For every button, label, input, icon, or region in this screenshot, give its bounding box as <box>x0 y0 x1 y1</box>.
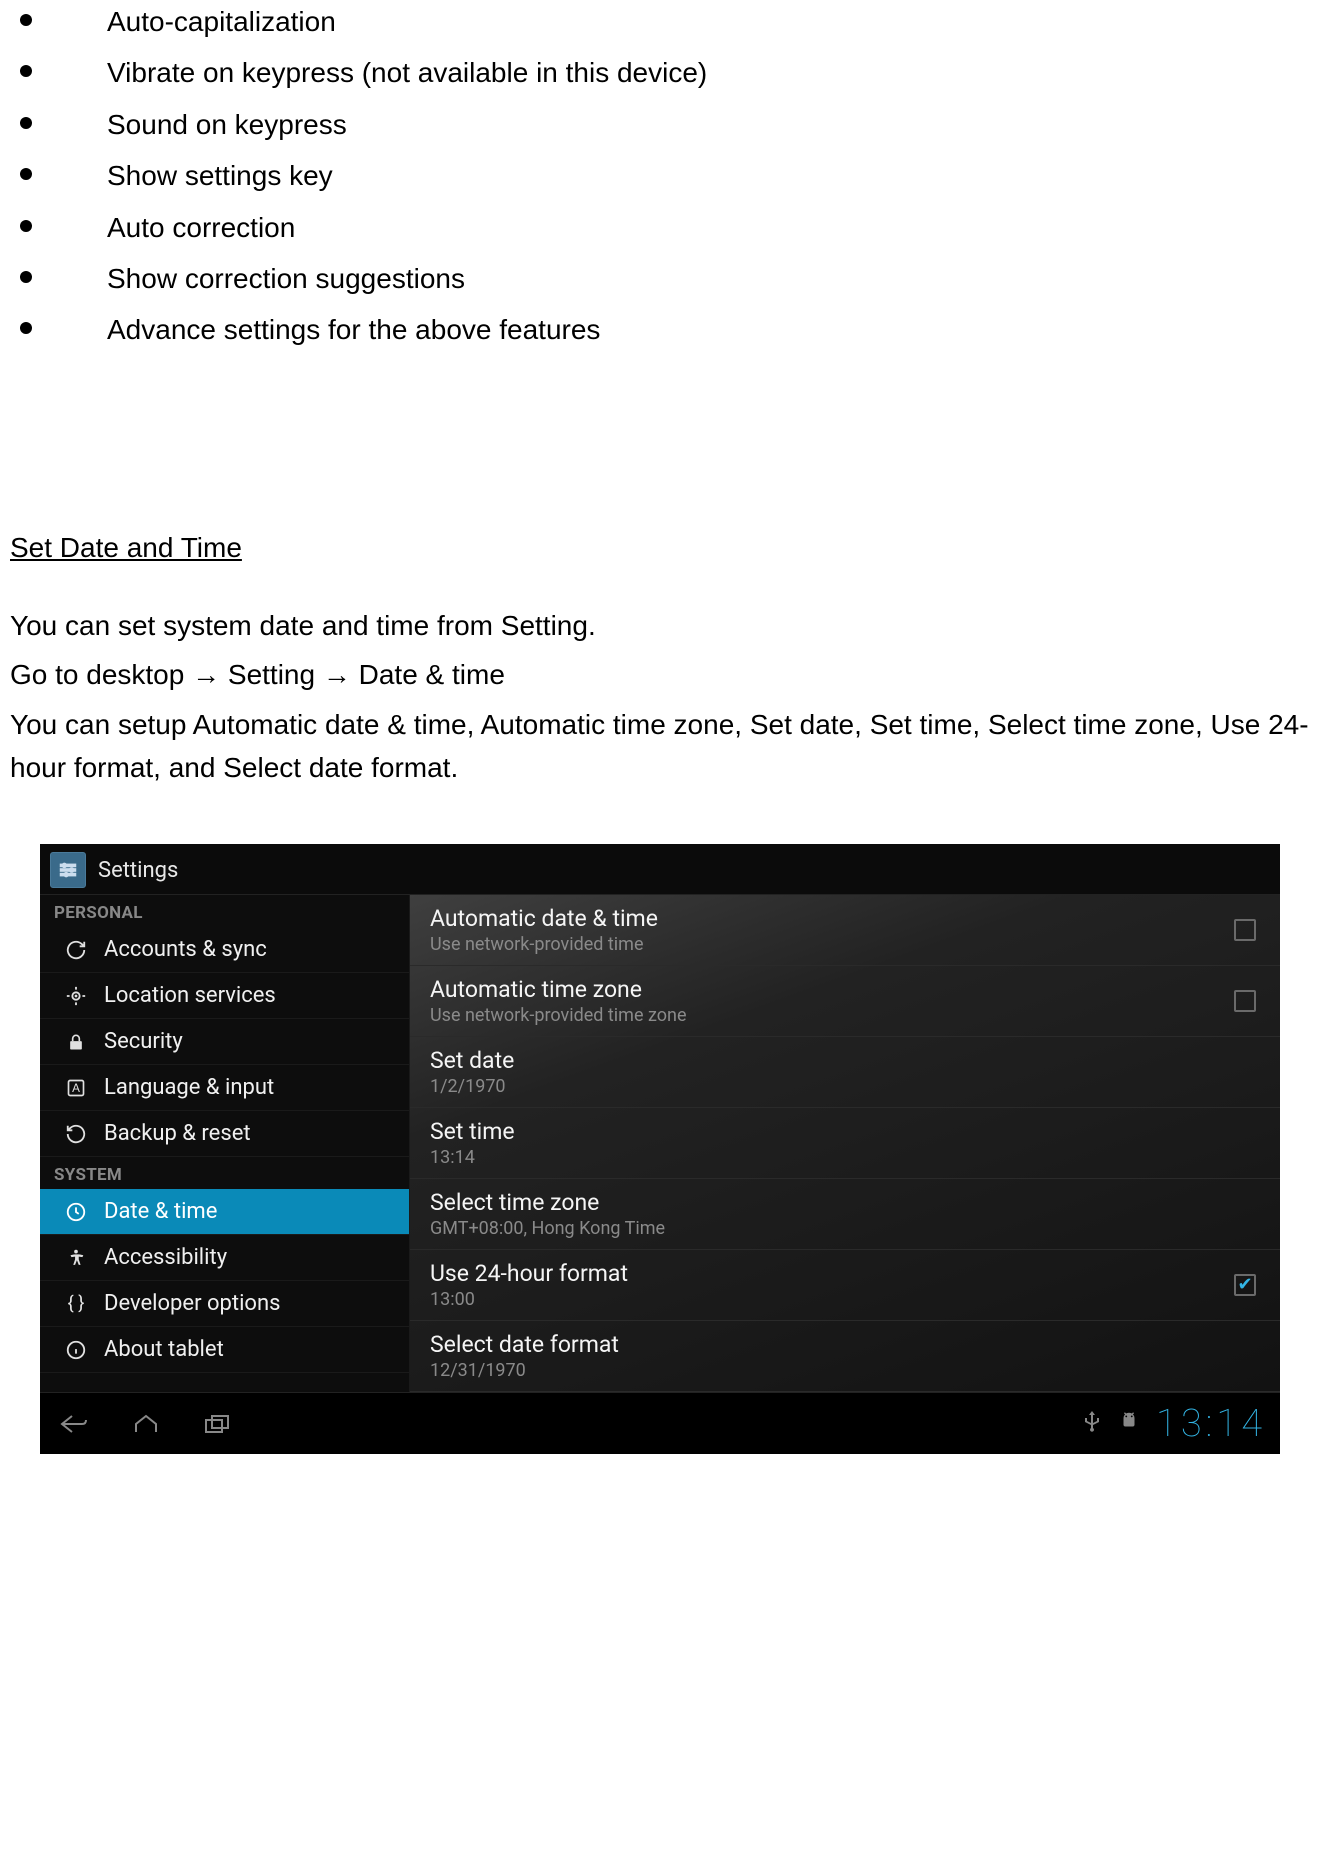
sidebar-section-personal: PERSONAL <box>40 895 409 927</box>
paragraph: You can setup Automatic date & time, Aut… <box>10 703 1320 790</box>
list-item: Auto correction <box>10 206 1320 249</box>
usb-icon[interactable] <box>1082 1409 1102 1438</box>
sidebar-item-backup-reset[interactable]: Backup & reset <box>40 1111 409 1157</box>
bullet-text: Vibrate on keypress (not available in th… <box>107 51 707 94</box>
bullet-text: Advance settings for the above features <box>107 308 600 351</box>
sidebar-item-developer-options[interactable]: { } Developer options <box>40 1281 409 1327</box>
setting-select-time-zone[interactable]: Select time zone GMT+08:00, Hong Kong Ti… <box>410 1179 1280 1250</box>
setting-set-time[interactable]: Set time 13:14 <box>410 1108 1280 1179</box>
sidebar-item-label: Developer options <box>104 1291 280 1316</box>
bullet-icon <box>20 14 32 26</box>
home-button[interactable] <box>126 1404 166 1444</box>
bullet-icon <box>20 220 32 232</box>
setting-title: Select time zone <box>430 1189 665 1216</box>
accessibility-icon <box>62 1247 90 1269</box>
list-item: Auto-capitalization <box>10 0 1320 43</box>
window-header: Settings <box>40 844 1280 895</box>
setting-subtitle: Use network-provided time zone <box>430 1005 687 1026</box>
setting-title: Use 24-hour format <box>430 1260 628 1287</box>
sidebar-item-accounts-sync[interactable]: Accounts & sync <box>40 927 409 973</box>
setting-title: Set date <box>430 1047 514 1074</box>
sidebar-item-location-services[interactable]: Location services <box>40 973 409 1019</box>
list-item: Advance settings for the above features <box>10 308 1320 351</box>
lock-icon <box>62 1032 90 1052</box>
location-icon <box>62 985 90 1007</box>
sidebar-item-accessibility[interactable]: Accessibility <box>40 1235 409 1281</box>
sidebar-item-language-input[interactable]: A Language & input <box>40 1065 409 1111</box>
sync-icon <box>62 939 90 961</box>
setting-automatic-date-time[interactable]: Automatic date & time Use network-provid… <box>410 895 1280 966</box>
setting-subtitle: 13:00 <box>430 1289 628 1310</box>
bullet-icon <box>20 117 32 129</box>
sidebar-item-label: Location services <box>104 983 276 1008</box>
setting-subtitle: Use network-provided time <box>430 934 658 955</box>
settings-screenshot: Settings PERSONAL Accounts & sync Locati… <box>40 844 1280 1454</box>
list-item: Show settings key <box>10 154 1320 197</box>
setting-title: Automatic date & time <box>430 905 658 932</box>
info-icon <box>62 1339 90 1361</box>
setting-title: Select date format <box>430 1331 619 1358</box>
setting-subtitle: 12/31/1970 <box>430 1360 619 1381</box>
sidebar-item-date-time[interactable]: Date & time <box>40 1189 409 1235</box>
bullet-icon <box>20 65 32 77</box>
section-heading: Set Date and Time <box>10 532 1320 564</box>
sidebar-item-label: Date & time <box>104 1199 217 1224</box>
setting-subtitle: GMT+08:00, Hong Kong Time <box>430 1218 665 1239</box>
navbar-clock[interactable]: 13:14 <box>1156 1402 1266 1446</box>
svg-text:A: A <box>72 1082 80 1095</box>
setting-title: Set time <box>430 1118 515 1145</box>
list-item: Vibrate on keypress (not available in th… <box>10 51 1320 94</box>
list-item: Show correction suggestions <box>10 257 1320 300</box>
settings-content: Automatic date & time Use network-provid… <box>410 895 1280 1392</box>
sidebar-item-label: Security <box>104 1029 183 1054</box>
setting-subtitle: 13:14 <box>430 1147 515 1168</box>
android-debug-icon[interactable] <box>1118 1410 1140 1437</box>
setting-title: Automatic time zone <box>430 976 687 1003</box>
bullet-text: Auto-capitalization <box>107 0 336 43</box>
bullet-text: Show settings key <box>107 154 333 197</box>
paragraph: You can set system date and time from Se… <box>10 604 1320 647</box>
bullet-list: Auto-capitalization Vibrate on keypress … <box>10 0 1320 352</box>
checkbox-24h[interactable] <box>1234 1274 1256 1296</box>
sidebar-item-label: About tablet <box>104 1337 224 1362</box>
recent-apps-button[interactable] <box>198 1404 238 1444</box>
header-title: Settings <box>98 858 178 883</box>
sidebar-item-label: Accounts & sync <box>104 937 267 962</box>
setting-set-date[interactable]: Set date 1/2/1970 <box>410 1037 1280 1108</box>
paragraph: Go to desktop → Setting → Date & time <box>10 653 1320 696</box>
checkbox-auto-tz[interactable] <box>1234 990 1256 1012</box>
setting-select-date-format[interactable]: Select date format 12/31/1970 <box>410 1321 1280 1392</box>
sidebar-item-about-tablet[interactable]: About tablet <box>40 1327 409 1373</box>
bullet-icon <box>20 168 32 180</box>
settings-icon <box>50 852 86 888</box>
list-item: Sound on keypress <box>10 103 1320 146</box>
clock-icon <box>62 1201 90 1223</box>
setting-use-24-hour-format[interactable]: Use 24-hour format 13:00 <box>410 1250 1280 1321</box>
settings-sidebar: PERSONAL Accounts & sync Location servic… <box>40 895 410 1392</box>
setting-subtitle: 1/2/1970 <box>430 1076 514 1097</box>
bullet-text: Show correction suggestions <box>107 257 465 300</box>
developer-icon: { } <box>62 1293 90 1314</box>
bullet-icon <box>20 271 32 283</box>
sidebar-item-label: Language & input <box>104 1075 274 1100</box>
setting-automatic-time-zone[interactable]: Automatic time zone Use network-provided… <box>410 966 1280 1037</box>
bullet-text: Auto correction <box>107 206 295 249</box>
language-icon: A <box>62 1078 90 1098</box>
sidebar-section-system: SYSTEM <box>40 1157 409 1189</box>
bullet-icon <box>20 322 32 334</box>
sidebar-item-label: Backup & reset <box>104 1121 251 1146</box>
system-navbar: 13:14 <box>40 1392 1280 1454</box>
sidebar-item-security[interactable]: Security <box>40 1019 409 1065</box>
checkbox-auto-date[interactable] <box>1234 919 1256 941</box>
back-button[interactable] <box>54 1404 94 1444</box>
sidebar-item-label: Accessibility <box>104 1245 227 1270</box>
backup-icon <box>62 1123 90 1145</box>
bullet-text: Sound on keypress <box>107 103 347 146</box>
